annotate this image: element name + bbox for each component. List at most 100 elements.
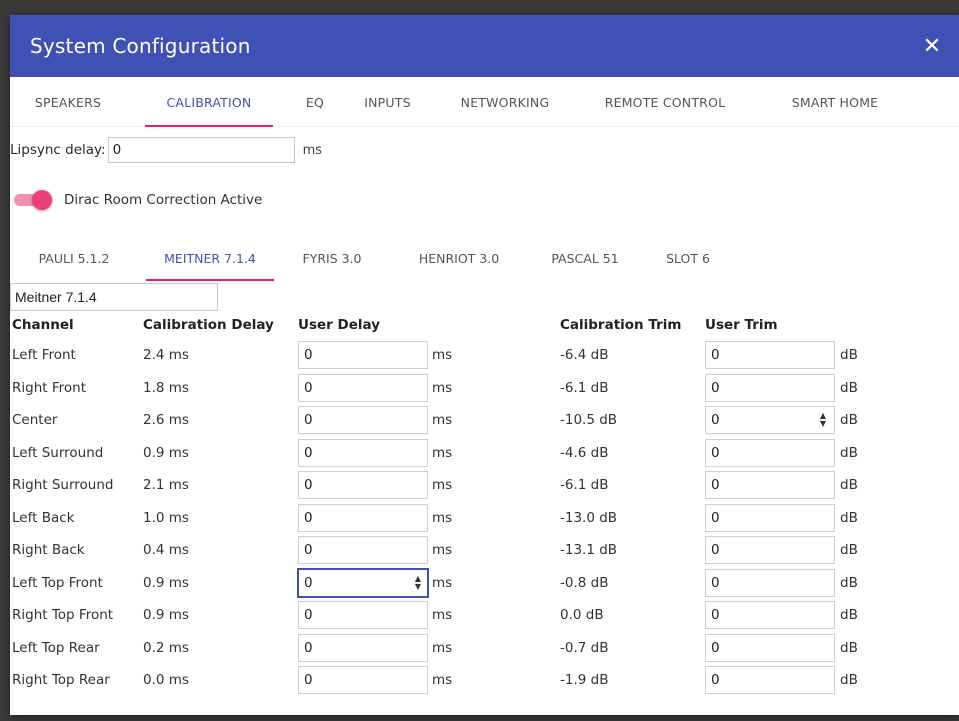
channel-name: Right Front <box>12 379 86 396</box>
dirac-toggle-switch[interactable] <box>14 190 52 210</box>
table-row: Left Front 2.4 ms ms -6.4 dB dB <box>10 339 959 372</box>
calibration-trim-value: -0.7 dB <box>560 639 609 656</box>
tab-profile-meitner[interactable]: MEITNER 7.1.4 <box>146 235 274 281</box>
user-trim-unit: dB <box>840 542 858 558</box>
tab-eq[interactable]: EQ <box>300 77 330 127</box>
table-row: Right Back 0.4 ms ms -13.1 dB dB <box>10 534 959 567</box>
user-delay-unit: ms <box>432 379 453 396</box>
lipsync-unit: ms <box>302 142 323 158</box>
user-delay-unit: ms <box>432 477 453 493</box>
user-delay-input[interactable] <box>298 503 428 532</box>
calibration-delay-value: 0.9 ms <box>143 444 189 461</box>
user-trim-unit: dB <box>840 412 858 428</box>
table-row: Left Back 1.0 ms ms -13.0 dB dB <box>10 502 959 535</box>
tab-profile-fyris[interactable]: FYRIS 3.0 <box>292 235 372 281</box>
calibration-trim-value: -6.1 dB <box>560 379 609 396</box>
user-delay-input[interactable] <box>298 471 428 499</box>
calibration-delay-value: 0.9 ms <box>143 574 189 591</box>
user-delay-unit: ms <box>432 347 453 363</box>
table-body: Left Front 2.4 ms ms -6.4 dB dB Right Front 1.… <box>10 339 959 697</box>
toggle-thumb <box>32 190 52 210</box>
user-delay-input[interactable] <box>298 666 428 694</box>
channel-name: Left Back <box>12 509 75 526</box>
calibration-trim-value: -13.0 dB <box>560 509 618 526</box>
channel-name: Center <box>12 412 58 428</box>
user-trim-input[interactable] <box>705 406 835 434</box>
user-trim-input[interactable] <box>705 536 835 564</box>
user-trim-spinner[interactable]: ▲ ▼ <box>818 411 828 429</box>
channel-name: Left Top Front <box>12 574 103 591</box>
user-delay-unit: ms <box>432 444 453 461</box>
user-trim-input[interactable] <box>705 601 835 629</box>
calibration-delay-value: 0.9 ms <box>143 607 189 623</box>
user-delay-unit: ms <box>432 672 453 688</box>
main-tabs: SPEAKERS CALIBRATION EQ INPUTS NETWORKIN… <box>10 77 959 127</box>
header-user-delay: User Delay <box>298 317 380 333</box>
tab-inputs[interactable]: INPUTS <box>355 77 420 127</box>
calibration-trim-value: -4.6 dB <box>560 444 609 461</box>
user-trim-unit: dB <box>840 477 858 493</box>
calibration-table: Channel Calibration Delay User Delay Cal… <box>10 313 959 697</box>
calibration-trim-value: 0.0 dB <box>560 607 604 623</box>
tab-profile-pauli[interactable]: PAULI 5.1.2 <box>24 235 124 281</box>
calibration-delay-value: 2.4 ms <box>143 347 189 363</box>
dirac-toggle-label: Dirac Room Correction Active <box>64 192 263 208</box>
calibration-trim-value: -1.9 dB <box>560 672 609 688</box>
lipsync-label: Lipsync delay: <box>10 142 106 158</box>
table-row: Right Surround 2.1 ms ms -6.1 dB dB <box>10 469 959 502</box>
user-trim-unit: dB <box>840 509 858 526</box>
user-trim-input[interactable] <box>705 568 835 597</box>
user-trim-unit: dB <box>840 347 858 363</box>
table-row: Left Top Front 0.9 ms ▲▼ ms -0.8 dB dB <box>10 567 959 600</box>
user-delay-input[interactable] <box>298 568 428 597</box>
user-trim-unit: dB <box>840 607 858 623</box>
calibration-delay-value: 1.8 ms <box>143 379 189 396</box>
user-delay-unit: ms <box>432 412 453 428</box>
calibration-delay-value: 0.0 ms <box>143 672 189 688</box>
user-delay-input[interactable] <box>298 341 428 369</box>
tab-calibration[interactable]: CALIBRATION <box>145 77 273 127</box>
tab-profile-pascal[interactable]: PASCAL 51 <box>545 235 625 281</box>
system-configuration-dialog: System Configuration ✕ SPEAKERS CALIBRAT… <box>10 15 959 715</box>
channel-name: Left Front <box>12 347 76 363</box>
dialog-titlebar: System Configuration ✕ <box>10 15 959 77</box>
channel-name: Left Top Rear <box>12 639 100 656</box>
user-trim-unit: dB <box>840 444 858 461</box>
user-delay-input[interactable] <box>298 536 428 564</box>
user-delay-unit: ms <box>432 542 453 558</box>
calibration-delay-value: 0.4 ms <box>143 542 189 558</box>
channel-name: Left Surround <box>12 444 104 461</box>
tab-smart-home[interactable]: SMART HOME <box>780 77 890 127</box>
user-trim-input[interactable] <box>705 633 835 662</box>
user-delay-input[interactable] <box>298 373 428 402</box>
user-trim-input[interactable] <box>705 471 835 499</box>
user-delay-input[interactable] <box>298 406 428 434</box>
calibration-trim-value: -10.5 dB <box>560 412 618 428</box>
channel-name: Right Top Rear <box>12 672 110 688</box>
user-delay-input[interactable] <box>298 633 428 662</box>
user-trim-unit: dB <box>840 639 858 656</box>
close-icon[interactable]: ✕ <box>917 31 947 61</box>
dialog-title: System Configuration <box>30 34 251 58</box>
user-delay-spinner[interactable]: ▲ ▼ <box>413 574 423 592</box>
channel-name: Right Surround <box>12 477 114 493</box>
user-trim-unit: dB <box>840 379 858 396</box>
lipsync-delay-input[interactable] <box>107 137 295 163</box>
tab-profile-henriot[interactable]: HENRIOT 3.0 <box>410 235 508 281</box>
user-trim-input[interactable] <box>705 666 835 694</box>
user-trim-input[interactable] <box>705 373 835 402</box>
user-trim-input[interactable] <box>705 503 835 532</box>
table-row: Left Surround 0.9 ms ms -4.6 dB dB <box>10 437 959 470</box>
user-delay-input[interactable] <box>298 438 428 467</box>
user-delay-input[interactable] <box>298 601 428 629</box>
user-trim-input[interactable] <box>705 341 835 369</box>
table-row: Right Front 1.8 ms ms -6.1 dB dB <box>10 372 959 405</box>
tab-speakers[interactable]: SPEAKERS <box>28 77 108 127</box>
profile-name-input[interactable] <box>10 283 218 311</box>
tab-networking[interactable]: NETWORKING <box>450 77 560 127</box>
tab-remote-control[interactable]: REMOTE CONTROL <box>595 77 735 127</box>
tab-profile-slot6[interactable]: SLOT 6 <box>658 235 718 281</box>
table-row: Left Top Rear 0.2 ms ms -0.7 dB dB <box>10 632 959 665</box>
user-trim-input[interactable] <box>705 438 835 467</box>
calibration-trim-value: -0.8 dB <box>560 574 609 591</box>
